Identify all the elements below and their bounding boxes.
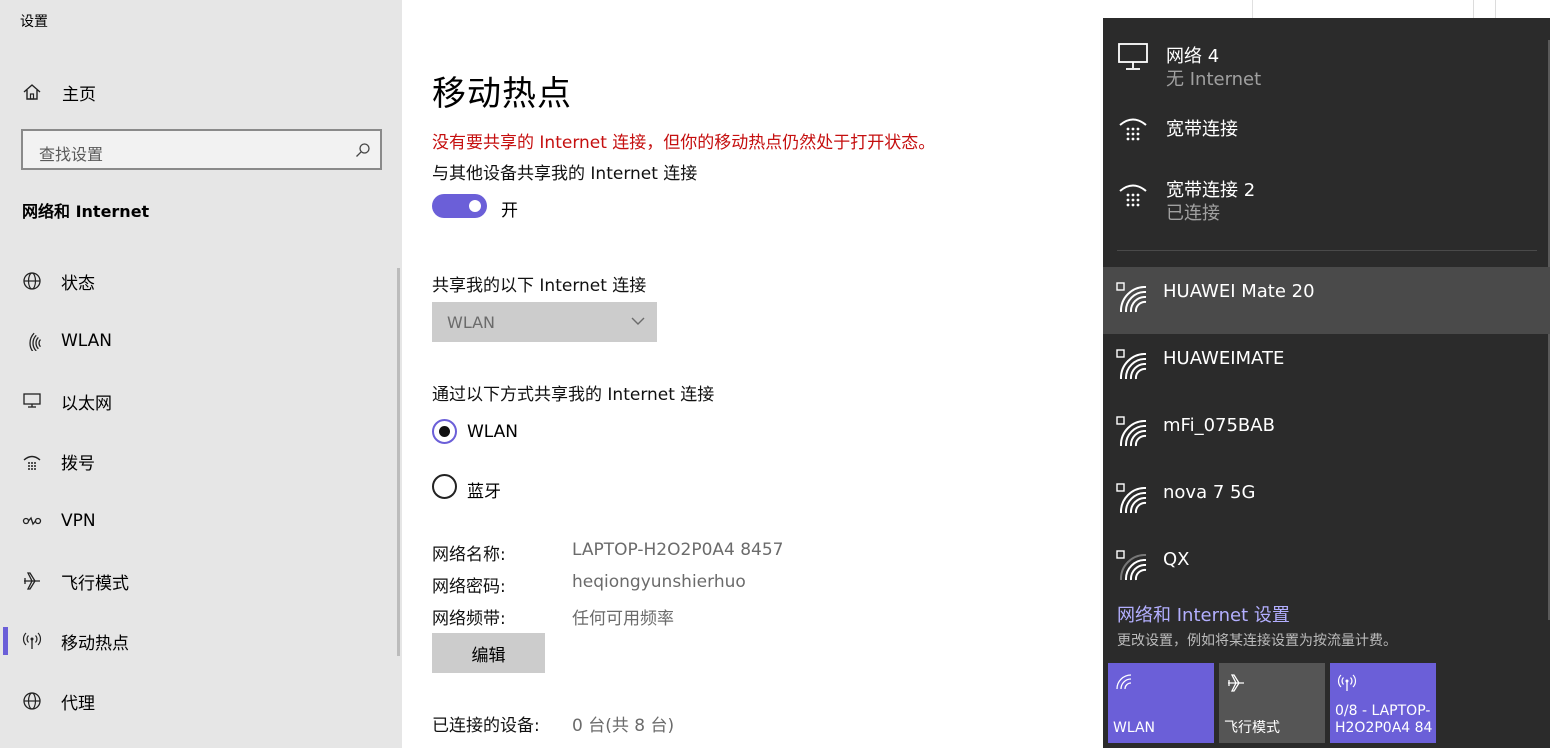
dialup-icon [1119,118,1147,141]
settings-sidebar: 设置 主页 查找设置 网络和 Internet 状态 WLAN 以太网 拨号 V… [0,0,402,748]
connection-status: 无 Internet [1166,69,1262,90]
airplane-icon [1228,674,1244,692]
sidebar-item-ethernet[interactable]: 以太网 [0,381,398,421]
sidebar-item-label: 飞行模式 [61,573,129,594]
network-name-value: LAPTOP-H2O2P0A4 8457 [572,540,784,560]
quick-tile-hotspot[interactable]: 0/8 - LAPTOP-H2O2P0A4 8457 [1330,663,1436,743]
edit-button[interactable]: 编辑 [432,633,545,673]
sidebar-item-label: VPN [61,511,96,531]
home-icon [23,84,41,100]
search-icon [356,143,370,157]
dialup-icon [1119,184,1147,207]
column-divider [1495,0,1496,20]
sidebar-item-wlan[interactable]: WLAN [0,321,398,361]
sidebar-item-label: 拨号 [61,453,95,474]
wifi-network-item[interactable]: mFi_075BAB [1103,401,1550,468]
network-password-label: 网络密码: [432,577,506,597]
connection-broadband[interactable]: 宽带连接 [1103,98,1550,153]
wifi-network-name: HUAWEI Mate 20 [1163,281,1315,302]
dialup-icon [23,455,41,470]
network-password-value: heqiongyunshierhuo [572,572,746,592]
share-label: 与其他设备共享我的 Internet 连接 [432,164,698,184]
section-title: 网络和 Internet [22,202,150,221]
tile-label: 0/8 - LAPTOP-H2O2P0A4 8457 [1335,703,1433,736]
sidebar-item-proxy[interactable]: 代理 [0,681,398,721]
secured-wifi-icon [1116,416,1147,447]
sidebar-item-label: 代理 [61,693,95,714]
wifi-network-name: nova 7 5G [1163,482,1256,503]
wifi-network-name: mFi_075BAB [1163,415,1275,436]
radio-bluetooth[interactable] [432,474,457,499]
secured-wifi-icon [1116,349,1147,380]
dropdown-value: WLAN [447,313,496,332]
sidebar-item-airplane[interactable]: 飞行模式 [0,561,398,601]
sidebar-item-label: WLAN [61,331,113,351]
sidebar-home[interactable]: 主页 [22,79,96,105]
secured-wifi-icon [1116,550,1147,581]
page-title: 移动热点 [432,74,572,114]
sidebar-scrollbar[interactable] [397,268,400,656]
radio-wlan[interactable] [432,419,457,444]
sidebar-item-label: 移动热点 [61,633,129,654]
hotspot-toggle[interactable] [432,194,487,218]
share-via-label: 通过以下方式共享我的 Internet 连接 [432,385,715,405]
sidebar-home-label: 主页 [62,84,96,105]
share-from-dropdown[interactable]: WLAN [432,302,657,342]
connected-devices-label: 已连接的设备: [432,716,540,736]
chevron-down-icon [631,317,645,325]
airplane-icon [24,572,40,590]
search-placeholder: 查找设置 [39,145,104,164]
secured-wifi-icon [1116,483,1147,514]
radio-bluetooth-label: 蓝牙 [467,482,501,502]
wifi-network-item[interactable]: nova 7 5G [1103,468,1550,535]
connected-devices-value: 0 台(共 8 台) [572,716,675,736]
hotspot-icon [22,632,42,649]
sidebar-item-vpn[interactable]: VPN [0,501,398,541]
toggle-knob [469,200,481,212]
globe-icon [23,692,41,710]
network-band-value: 任何可用频率 [572,609,674,629]
tile-label: 飞行模式 [1224,720,1280,736]
wifi-network-item[interactable]: QX [1103,535,1550,602]
search-input[interactable]: 查找设置 [21,129,382,170]
connection-status: 已连接 [1166,203,1220,224]
sidebar-item-label: 以太网 [61,393,112,414]
warning-text: 没有要共享的 Internet 连接，但你的移动热点仍然处于打开状态。 [432,133,936,153]
wifi-network-item[interactable]: HUAWEIMATE [1103,334,1550,401]
quick-tile-airplane[interactable]: 飞行模式 [1219,663,1325,743]
secured-wifi-icon [1116,282,1147,313]
wifi-icon [1116,674,1132,690]
globe-status-icon [23,272,41,290]
sidebar-item-hotspot[interactable]: 移动热点 [0,621,398,661]
sidebar-item-dialup[interactable]: 拨号 [0,441,398,481]
network-flyout: 网络 4 无 Internet 宽带连接 宽带连接 2 已连接 HUAWEI M… [1103,18,1550,748]
connection-network4[interactable]: 网络 4 无 Internet [1103,18,1550,98]
vpn-icon [22,516,42,526]
wifi-icon [29,332,42,351]
wifi-network-item[interactable]: HUAWEI Mate 20 [1103,267,1550,334]
column-divider [1473,0,1474,20]
tile-label: WLAN [1113,720,1156,736]
wifi-network-name: HUAWEIMATE [1163,348,1285,369]
connection-broadband-2[interactable]: 宽带连接 2 已连接 [1103,153,1550,243]
sidebar-item-status[interactable]: 状态 [0,261,398,301]
network-band-label: 网络频带: [432,609,506,629]
hotspot-icon [1337,674,1357,691]
ethernet-icon [1118,43,1148,70]
network-name-label: 网络名称: [432,545,506,565]
network-settings-link[interactable]: 网络和 Internet 设置 [1117,601,1290,627]
connection-name: 宽带连接 [1166,119,1238,140]
share-from-label: 共享我的以下 Internet 连接 [432,276,647,296]
ethernet-icon [23,393,41,408]
sidebar-item-label: 状态 [61,273,95,294]
wifi-network-name: QX [1163,549,1190,570]
network-settings-desc: 更改设置，例如将某连接设置为按流量计费。 [1117,633,1397,649]
radio-wlan-label: WLAN [467,422,519,442]
window-title: 设置 [20,14,48,30]
divider [1117,250,1537,251]
toggle-state-label: 开 [501,201,518,221]
quick-tile-wlan[interactable]: WLAN [1108,663,1214,743]
